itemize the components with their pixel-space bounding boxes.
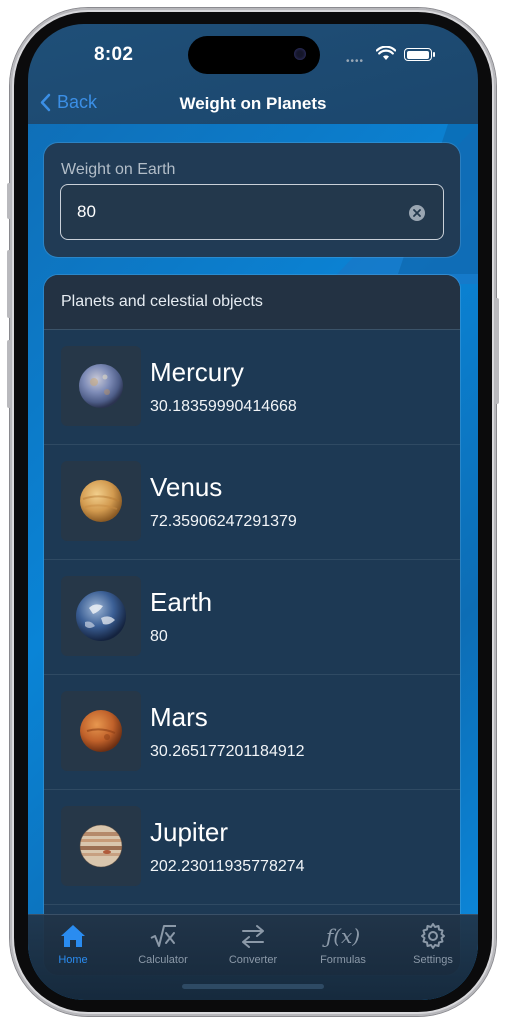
power-button (495, 298, 499, 404)
status-time: 8:02 (94, 44, 134, 65)
tab-label: Settings (413, 954, 453, 966)
app-screen: 8:02 •••• Back Weight on Planets Weight … (28, 24, 478, 1000)
tab-label: Home (58, 954, 88, 966)
planet-weight: 30.265177201184912 (150, 743, 305, 760)
arrows-swap-icon (242, 925, 264, 948)
navigation-bar: Back Weight on Planets (28, 84, 478, 124)
status-bar: 8:02 •••• (28, 24, 478, 84)
planet-name: Venus (150, 472, 223, 502)
volume-down-button (7, 340, 11, 408)
jupiter-image (61, 806, 141, 886)
tab-settings[interactable]: Settings (388, 921, 478, 966)
tab-converter[interactable]: Converter (208, 921, 298, 966)
square-root-icon (150, 925, 176, 947)
battery-level (406, 50, 429, 59)
tab-label: Formulas (320, 954, 366, 966)
list-item[interactable]: Earth 80 (44, 560, 460, 675)
planet-name: Earth (150, 587, 213, 617)
clear-input-button[interactable] (409, 205, 425, 221)
earth-image (61, 576, 141, 656)
tab-formulas[interactable]: ƒ(x) Formulas (298, 921, 388, 966)
mercury-image (61, 346, 141, 426)
function-icon: ƒ(x) (325, 924, 361, 948)
dynamic-island (188, 36, 320, 74)
cellular-signal-icon: •••• (346, 56, 365, 67)
list-item[interactable]: Mercury 30.18359990414668 (44, 330, 460, 445)
weight-input-card: Weight on Earth 80 (44, 143, 460, 257)
list-item[interactable]: Venus 72.35906247291379 (44, 445, 460, 560)
weight-input[interactable]: 80 (60, 184, 444, 240)
home-indicator (182, 984, 324, 989)
planet-name: Mercury (150, 357, 244, 387)
list-item[interactable]: Jupiter 202.23011935778274 (44, 790, 460, 905)
battery-icon (404, 48, 435, 61)
page-title: Weight on Planets (179, 94, 327, 113)
venus-image (61, 461, 141, 541)
planets-list-card: Planets and celestial objects Mercury 30… (44, 275, 460, 975)
close-icon (413, 209, 421, 217)
planet-weight: 80 (150, 628, 168, 645)
tab-home[interactable]: Home (28, 921, 118, 966)
list-header: Planets and celestial objects (44, 275, 460, 330)
planet-weight: 202.23011935778274 (150, 858, 305, 875)
tab-label: Converter (228, 954, 278, 966)
gear-icon (421, 923, 445, 949)
weight-field-label: Weight on Earth (61, 161, 176, 178)
list-item[interactable]: Mars 30.265177201184912 (44, 675, 460, 790)
camera-icon (294, 48, 306, 60)
tab-calculator[interactable]: Calculator (118, 921, 208, 966)
planet-weight: 72.35906247291379 (150, 513, 297, 530)
planet-name: Jupiter (150, 817, 229, 847)
planet-weight: 30.18359990414668 (150, 398, 297, 415)
volume-up-button (7, 250, 11, 318)
action-button (7, 183, 11, 219)
planet-name: Mars (150, 702, 208, 732)
house-icon (61, 925, 85, 947)
weight-input-value: 80 (77, 202, 96, 221)
tab-label: Calculator (138, 954, 188, 966)
mars-image (61, 691, 141, 771)
wifi-icon (376, 46, 396, 60)
